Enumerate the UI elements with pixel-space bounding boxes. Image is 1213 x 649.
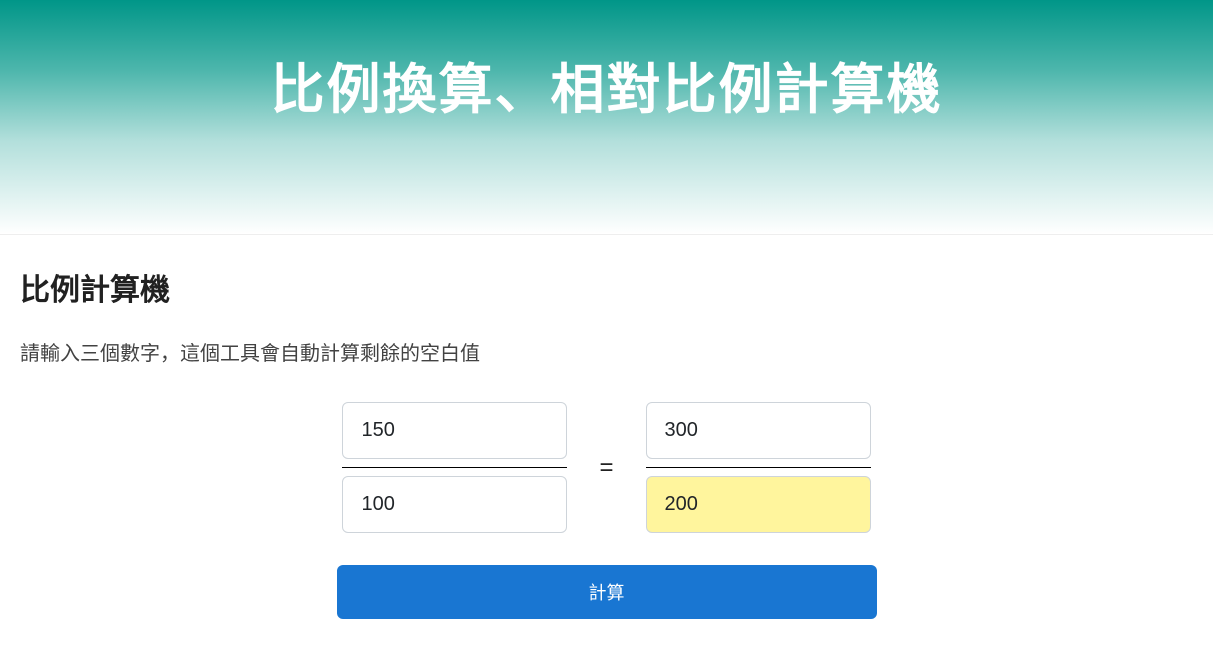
fraction-divider: [342, 467, 567, 468]
denominator-d-input[interactable]: [646, 476, 871, 533]
numerator-a-input[interactable]: [342, 402, 567, 459]
section-title: 比例計算機: [20, 265, 1193, 309]
denominator-b-input[interactable]: [342, 476, 567, 533]
page-title: 比例換算、相對比例計算機: [20, 45, 1193, 124]
page-header: 比例換算、相對比例計算機: [0, 0, 1213, 234]
left-fraction: [342, 402, 567, 533]
ratio-input-row: =: [337, 402, 877, 533]
section-description: 請輸入三個數字，這個工具會自動計算剩餘的空白值: [20, 337, 1193, 366]
fraction-divider: [646, 467, 871, 468]
numerator-c-input[interactable]: [646, 402, 871, 459]
calculate-button[interactable]: 計算: [337, 565, 877, 619]
equals-sign: =: [595, 454, 617, 482]
main-content: 比例計算機 請輸入三個數字，這個工具會自動計算剩餘的空白值 = 計算: [0, 234, 1213, 649]
ratio-calculator: = 計算: [337, 402, 877, 619]
right-fraction: [646, 402, 871, 533]
